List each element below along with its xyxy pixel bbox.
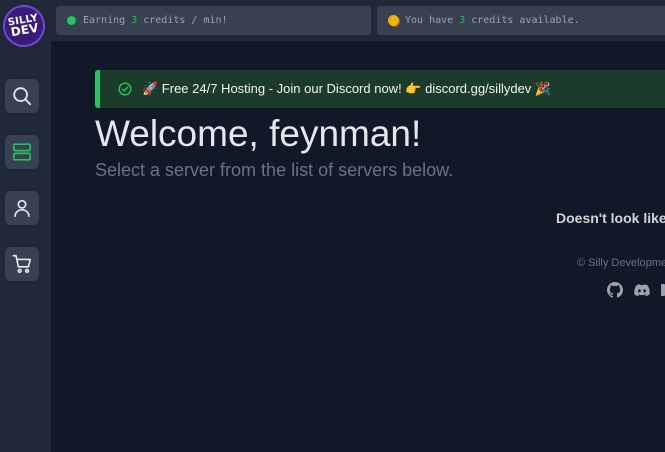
- earning-suffix: credits / min!: [143, 15, 228, 26]
- credits-prefix: You have: [405, 15, 454, 26]
- sidebar-item-store[interactable]: [5, 247, 39, 281]
- credits-value: 3: [459, 15, 466, 26]
- credits-suffix: credits available.: [471, 15, 580, 26]
- topbar: Earning 3 credits / min! You have 3 cred…: [51, 0, 665, 41]
- sidebar-item-servers[interactable]: [5, 135, 39, 169]
- footer-copyright: © Silly Developme: [577, 257, 665, 269]
- extra-social-icon[interactable]: [659, 282, 665, 298]
- check-circle-icon: [118, 82, 132, 96]
- online-dot-icon: [67, 16, 76, 25]
- search-icon: [13, 87, 32, 106]
- discord-icon[interactable]: [634, 282, 650, 298]
- coins-icon: [388, 15, 399, 26]
- cart-icon: [12, 254, 32, 274]
- server-icon: [12, 143, 32, 161]
- earning-prefix: Earning: [83, 15, 126, 26]
- github-icon[interactable]: [607, 282, 623, 298]
- user-icon: [14, 199, 30, 218]
- discord-alert: 🚀 Free 24/7 Hosting - Join our Discord n…: [95, 70, 665, 108]
- credits-status: You have 3 credits available.: [377, 6, 665, 35]
- logo-line2: DEV: [9, 20, 40, 40]
- logo[interactable]: SILLY DEV: [0, 1, 49, 51]
- earning-status: Earning 3 credits / min!: [56, 6, 371, 35]
- sidebar-item-search[interactable]: [5, 79, 39, 113]
- sidebar-item-profile[interactable]: [5, 191, 39, 225]
- page-title: Welcome, feynman!: [95, 113, 422, 154]
- empty-servers-message: Doesn't look like: [556, 210, 665, 226]
- alert-text[interactable]: 🚀 Free 24/7 Hosting - Join our Discord n…: [142, 81, 551, 97]
- earning-value: 3: [131, 15, 138, 26]
- page-subtitle: Select a server from the list of servers…: [95, 160, 454, 180]
- sidebar: SILLY DEV: [0, 0, 51, 452]
